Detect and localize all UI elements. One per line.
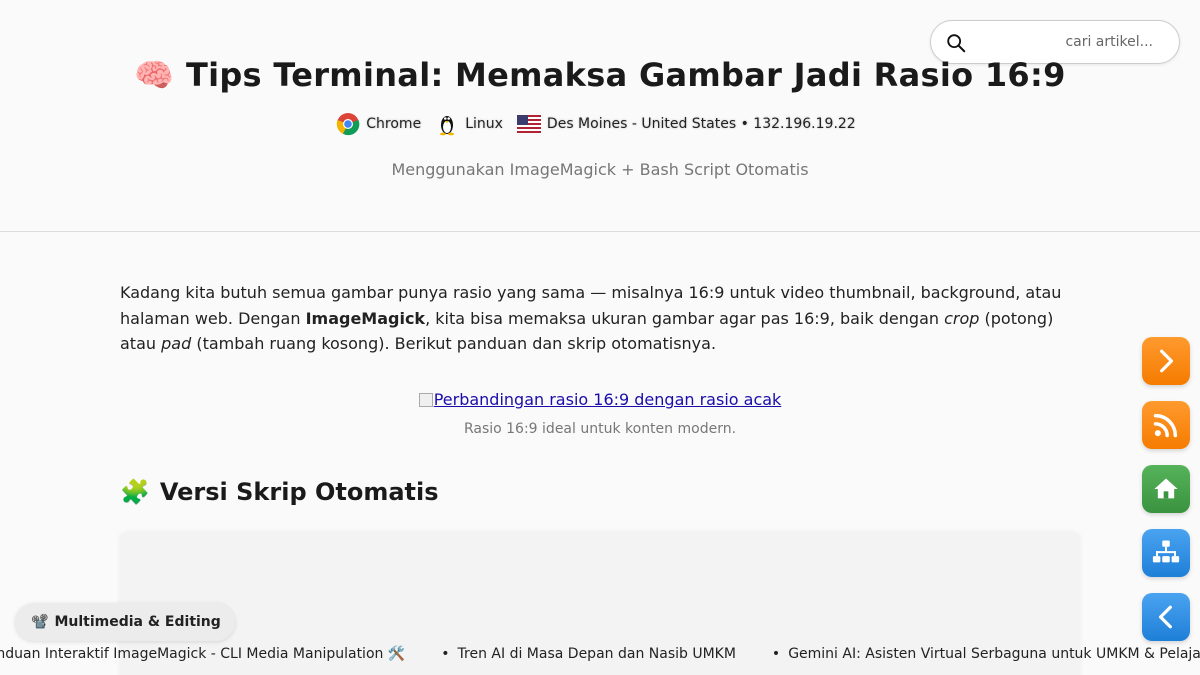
sitemap-button[interactable] [1142, 529, 1190, 577]
page-title-text: Tips Terminal: Memaksa Gambar Jadi Rasio… [185, 56, 1066, 94]
intro-em-pad: pad [161, 334, 192, 353]
sitemap-icon [1152, 540, 1180, 563]
us-flag-icon [516, 115, 541, 133]
ticker-item[interactable]: • Tren AI di Masa Depan dan Nasib UMKM [441, 646, 736, 662]
ticker-item[interactable]: Panduan Interaktif ImageMagick - CLI Med… [0, 646, 405, 662]
location-ip-label: Des Moines - United States • 132.196.19.… [546, 116, 856, 132]
news-ticker: Panduan Interaktif ImageMagick - CLI Med… [0, 642, 1200, 668]
ticker-track: Panduan Interaktif ImageMagick - CLI Med… [0, 646, 1200, 662]
broken-image-link[interactable]: Perbandingan rasio 16:9 dengan rasio aca… [418, 390, 782, 409]
chrome-icon [337, 113, 360, 136]
next-button[interactable] [1142, 337, 1190, 385]
home-icon [1154, 478, 1178, 499]
category-chip-label: Multimedia & Editing [54, 614, 221, 630]
rss-icon [1153, 413, 1178, 438]
chevron-right-icon [1160, 349, 1174, 373]
page-title: 🧠 Tips Terminal: Memaksa Gambar Jadi Ras… [0, 56, 1200, 94]
page-subtitle: Menggunakan ImageMagick + Bash Script Ot… [391, 160, 809, 179]
search-input[interactable] [975, 27, 1165, 57]
section-title: 🧩 Versi Skrip Otomatis [120, 478, 439, 506]
chevron-left-icon [1158, 605, 1172, 629]
brain-icon: 🧠 [134, 56, 175, 94]
intro-bold-imagemagick: ImageMagick [305, 308, 426, 328]
article-figure: Perbandingan rasio 16:9 dengan rasio aca… [120, 390, 1080, 437]
broken-image-icon [418, 393, 433, 407]
category-chip[interactable]: 📽️ Multimedia & Editing [15, 603, 235, 641]
intro-text-2: , kita bisa memaksa ukuran gambar agar p… [425, 308, 945, 328]
linux-tux-icon [440, 116, 455, 136]
film-projector-icon: 📽️ [31, 614, 49, 630]
ticker-item[interactable]: • Gemini AI: Asisten Virtual Serbaguna un… [772, 646, 1200, 662]
article-intro: Kadang kita butuh semua gambar punya ras… [120, 280, 1080, 357]
back-button[interactable] [1142, 593, 1190, 641]
image-alt-text: Perbandingan rasio 16:9 dengan rasio aca… [433, 390, 782, 409]
os-label: Linux [465, 116, 503, 132]
home-button[interactable] [1142, 465, 1190, 513]
intro-em-crop: crop [944, 308, 980, 328]
section-title-text: Versi Skrip Otomatis [159, 478, 439, 506]
search-icon [947, 34, 966, 53]
rss-button[interactable] [1142, 401, 1190, 449]
page-header: 🧠 Tips Terminal: Memaksa Gambar Jadi Ras… [0, 0, 1200, 232]
browser-label: Chrome [366, 116, 422, 132]
image-caption: Rasio 16:9 ideal untuk konten modern. [463, 421, 737, 437]
intro-text-4: (tambah ruang kosong). Berikut panduan d… [191, 334, 717, 353]
article-content: Kadang kita butuh semua gambar punya ras… [120, 280, 1080, 506]
puzzle-piece-icon: 🧩 [120, 478, 150, 506]
visitor-meta: Chrome Linux Des Moines - United States … [0, 112, 1200, 136]
